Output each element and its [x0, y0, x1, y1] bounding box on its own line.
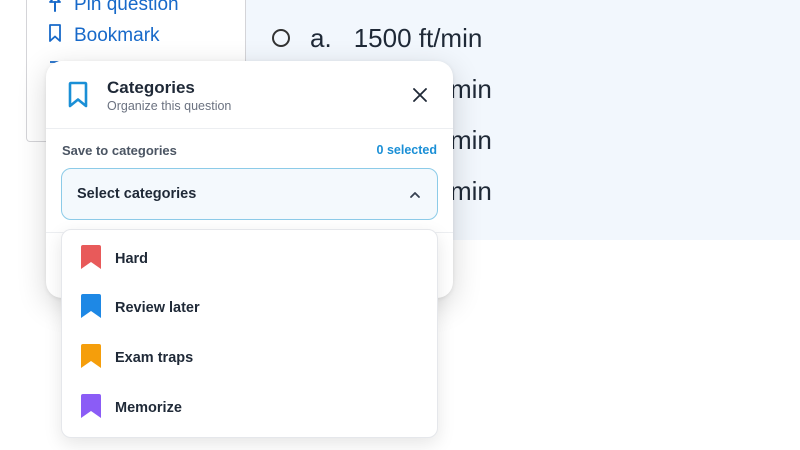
category-option-memorize[interactable]: Memorize	[62, 384, 437, 432]
category-color-swatch	[81, 393, 101, 418]
category-color-swatch	[81, 244, 101, 269]
bookmark-label: Bookmark	[74, 25, 160, 46]
option-text: min	[450, 124, 492, 155]
bookmark-icon	[79, 293, 115, 324]
categories-dropdown: Hard Review later Exam traps Memorize	[61, 229, 438, 438]
chevron-up-icon	[409, 188, 421, 206]
category-label: Hard	[115, 251, 149, 267]
bookmark-icon	[66, 81, 90, 114]
category-label: Review later	[115, 300, 200, 316]
option-text: min	[450, 175, 492, 206]
selected-count: 0 selected	[376, 143, 437, 157]
pin-icon	[48, 0, 74, 18]
category-color-swatch	[81, 343, 101, 368]
category-label: Exam traps	[115, 350, 194, 366]
save-to-categories-label: Save to categories	[62, 143, 177, 158]
option-text: 1500 ft/min	[353, 22, 483, 53]
category-option-hard[interactable]: Hard	[62, 235, 437, 283]
close-icon	[413, 87, 427, 107]
close-button[interactable]	[408, 85, 432, 109]
bookmark-icon	[79, 393, 115, 424]
pin-question-item[interactable]: Pin question	[48, 0, 179, 18]
radio-button[interactable]	[272, 29, 290, 47]
option-letter: a.	[310, 22, 332, 53]
pin-question-label: Pin question	[74, 0, 179, 15]
bookmark-icon	[79, 343, 115, 374]
answer-option-d[interactable]: min	[450, 171, 492, 211]
answer-option-c[interactable]: min	[450, 120, 492, 160]
modal-title: Categories	[107, 78, 195, 97]
modal-header: Categories Organize this question	[46, 61, 453, 129]
answer-option-b[interactable]: min	[450, 69, 492, 109]
category-label: Memorize	[115, 400, 182, 416]
answer-option-a[interactable]: a. 1500 ft/min	[272, 18, 482, 58]
select-placeholder: Select categories	[77, 186, 197, 202]
bookmark-icon	[79, 244, 115, 275]
bookmark-icon	[48, 23, 74, 49]
modal-subtitle: Organize this question	[107, 99, 232, 113]
option-text: min	[450, 73, 492, 104]
category-color-swatch	[81, 293, 101, 318]
page: a. 1500 ft/min min min min Pin question …	[0, 0, 800, 450]
categories-select[interactable]: Select categories	[61, 168, 438, 220]
category-option-exam-traps[interactable]: Exam traps	[62, 334, 437, 382]
bookmark-item[interactable]: Bookmark	[48, 23, 160, 49]
category-option-review-later[interactable]: Review later	[62, 284, 437, 332]
